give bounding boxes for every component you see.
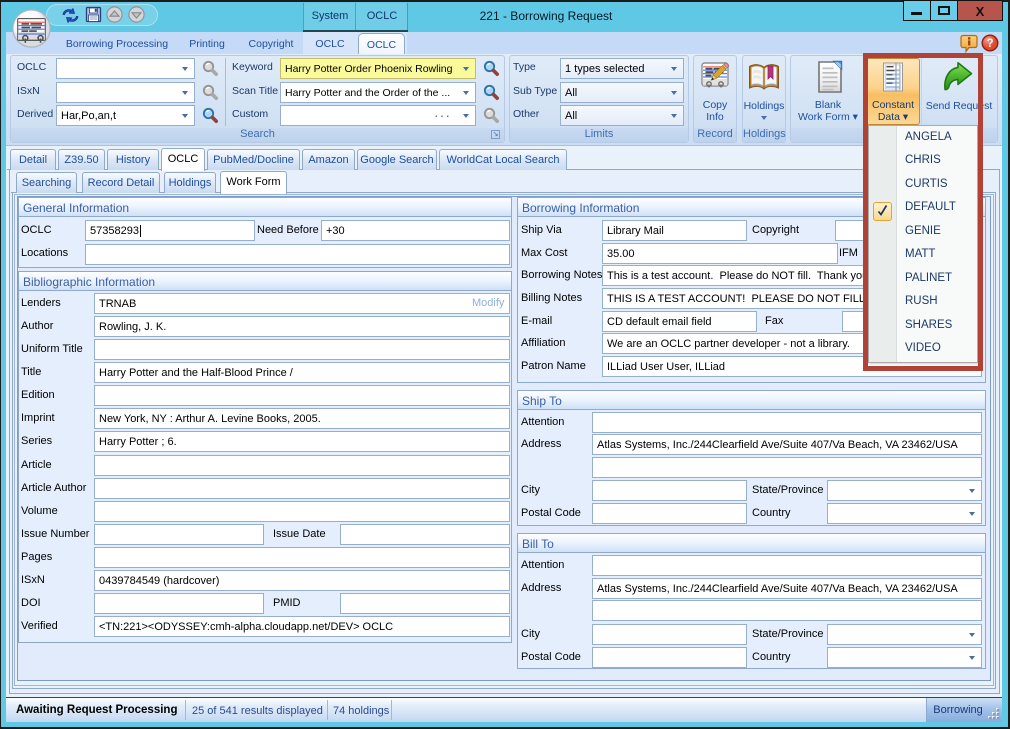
svg-text:?: ? [986, 38, 993, 50]
